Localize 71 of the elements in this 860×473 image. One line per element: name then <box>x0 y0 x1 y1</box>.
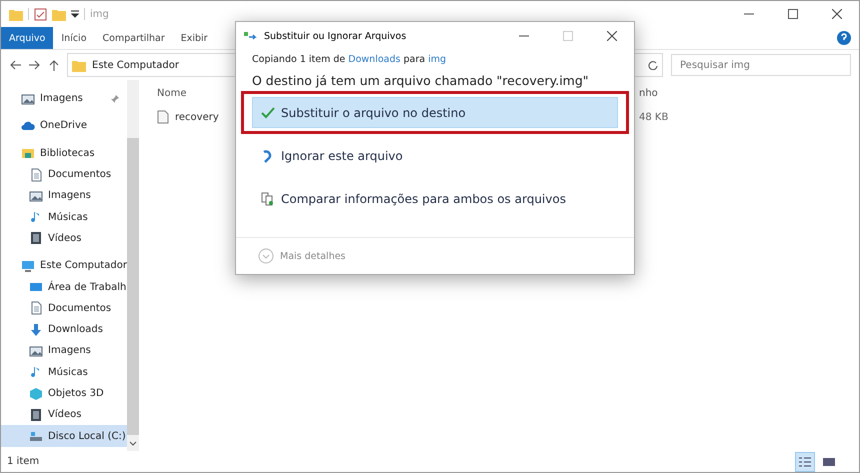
close-icon[interactable] <box>832 9 842 19</box>
properties-icon[interactable] <box>34 8 47 20</box>
list-view-icon[interactable] <box>798 456 812 468</box>
source-link[interactable]: Downloads <box>348 54 400 65</box>
ribbon-tab[interactable]: Arquivo <box>1 27 54 49</box>
ribbon-tab[interactable]: Exibir <box>172 27 216 49</box>
sidebar-item[interactable]: Documentos <box>1 164 127 186</box>
ribbon-tab[interactable]: Compartilhar <box>94 27 173 49</box>
up-arrow-icon[interactable] <box>49 59 59 71</box>
folder-icon <box>72 58 86 72</box>
sidebar-item[interactable]: Disco Local (C:) <box>1 425 127 447</box>
sidebar-item[interactable]: Vídeos <box>1 228 127 250</box>
sidebar-item[interactable]: Bibliotecas <box>1 142 127 164</box>
close-icon[interactable] <box>607 31 617 41</box>
status-text: 1 item <box>7 456 40 467</box>
column-header[interactable]: nho <box>639 88 658 98</box>
download-icon <box>29 322 43 337</box>
sidebar-item[interactable]: Área de Trabalh <box>1 276 127 298</box>
copy-files-icon <box>244 31 258 41</box>
dialog-option[interactable]: Ignorar este arquivo <box>252 140 618 171</box>
image-icon <box>29 344 43 358</box>
image-icon <box>29 188 43 203</box>
monitor-icon <box>21 258 35 273</box>
folder-icon <box>9 8 23 20</box>
sidebar-item[interactable]: OneDrive <box>1 115 127 137</box>
sidebar-item[interactable]: Imagens <box>1 88 127 110</box>
file-size: 48 KB <box>639 112 668 122</box>
dialog-option[interactable]: Substituir o arquivo no destino <box>252 97 618 128</box>
image-icon <box>21 92 35 106</box>
help-icon[interactable] <box>837 31 851 45</box>
film-icon <box>29 408 43 422</box>
documents-icon <box>261 192 275 206</box>
more-details-link[interactable]: Mais detalhes <box>280 250 346 262</box>
dialog-heading: O destino já tem um arquivo chamado "recovery.img" <box>252 73 590 88</box>
sidebar-item[interactable]: Objetos 3D <box>1 382 127 404</box>
breadcrumb-item[interactable]: Este Computador <box>92 60 179 70</box>
sidebar-item[interactable]: Músicas <box>1 206 127 228</box>
sidebar-item[interactable]: Vídeos <box>1 404 127 426</box>
new-folder-icon <box>52 8 66 20</box>
copy-status-text: Copiando 1 item de Downloads para img <box>252 54 448 65</box>
cube-icon <box>29 386 43 400</box>
document-icon <box>29 168 43 182</box>
dialog-title: Substituir ou Ignorar Arquivos <box>264 30 406 42</box>
pin-icon[interactable] <box>110 94 120 104</box>
checkmark-icon <box>261 106 275 118</box>
sidebar-item[interactable]: Documentos <box>1 298 127 319</box>
library-icon <box>21 146 35 160</box>
dialog-option[interactable]: Comparar informações para ambos os arquivos <box>252 183 618 214</box>
tiles-view-icon[interactable] <box>822 456 836 468</box>
search-field[interactable]: Pesquisar img <box>671 54 851 76</box>
document-icon <box>29 301 43 316</box>
sidebar-item[interactable]: Imagens <box>1 185 127 206</box>
sidebar-item[interactable]: Este Computador <box>1 255 127 276</box>
window-title: img <box>90 8 109 20</box>
maximize-icon[interactable] <box>788 9 798 19</box>
sidebar-item[interactable]: Músicas <box>1 362 127 383</box>
sidebar-item[interactable]: Imagens <box>1 340 127 362</box>
file-icon <box>157 110 169 124</box>
back-arrow-icon[interactable] <box>9 60 21 70</box>
scrollbar-thumb[interactable] <box>127 138 139 435</box>
drive-icon <box>29 429 43 444</box>
minimize-icon[interactable] <box>519 35 529 37</box>
sidebar-item[interactable]: Downloads <box>1 318 127 340</box>
ribbon-tab[interactable]: Início <box>53 27 95 49</box>
film-icon <box>29 231 43 246</box>
dropdown-icon[interactable] <box>71 10 79 18</box>
destination-link[interactable]: img <box>428 54 446 65</box>
minimize-icon[interactable] <box>744 13 754 15</box>
refresh-icon[interactable] <box>648 60 658 70</box>
forward-arrow-icon[interactable] <box>29 60 41 70</box>
scroll-down-icon[interactable] <box>129 441 137 447</box>
